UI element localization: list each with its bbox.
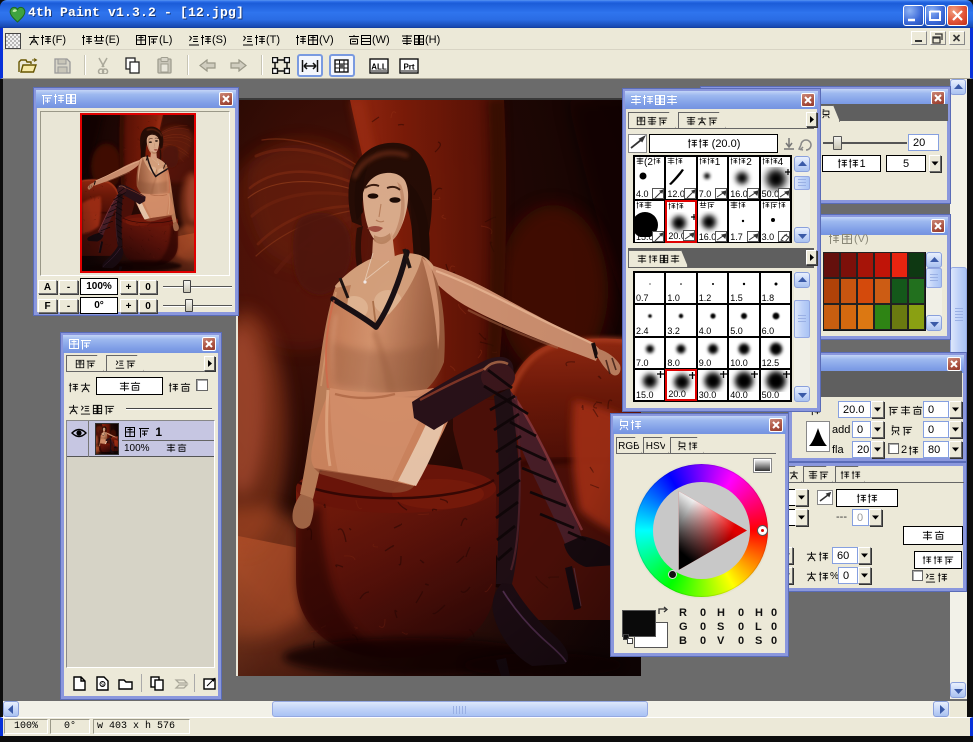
svg-text:ALL: ALL xyxy=(371,62,387,71)
svg-text:Prt: Prt xyxy=(403,62,414,71)
svg-text:s: s xyxy=(101,682,104,688)
